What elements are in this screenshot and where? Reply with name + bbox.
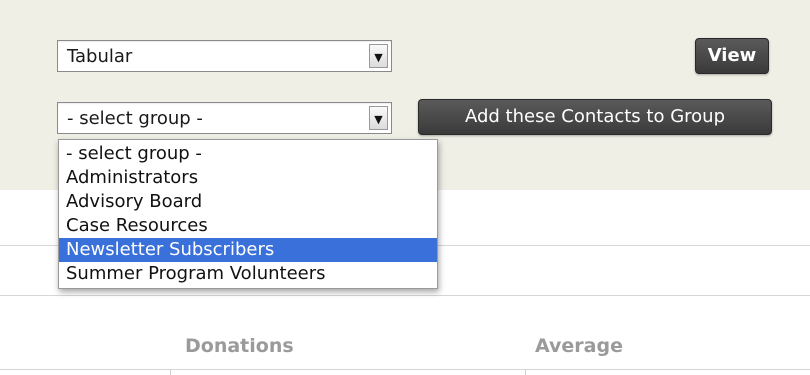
dropdown-option[interactable]: Case Resources — [59, 214, 437, 238]
divider — [0, 369, 810, 370]
dropdown-option-highlighted[interactable]: Newsletter Subscribers — [59, 238, 437, 262]
chevron-down-icon[interactable]: ▼ — [369, 44, 388, 68]
column-header-average[interactable]: Average — [535, 335, 623, 357]
column-header-donations[interactable]: Donations — [185, 335, 294, 357]
group-select-value: - select group - — [67, 108, 203, 129]
view-select[interactable]: Tabular ▼ — [57, 40, 392, 72]
chevron-down-icon[interactable]: ▼ — [369, 106, 388, 130]
view-button[interactable]: View — [695, 38, 769, 74]
column-divider — [170, 370, 171, 375]
add-to-group-button[interactable]: Add these Contacts to Group — [418, 99, 772, 135]
group-select[interactable]: - select group - ▼ — [57, 102, 392, 134]
dropdown-option[interactable]: Administrators — [59, 166, 437, 190]
divider — [0, 295, 810, 296]
dropdown-option[interactable]: - select group - — [59, 142, 437, 166]
dropdown-option[interactable]: Summer Program Volunteers — [59, 262, 437, 286]
group-dropdown-list[interactable]: - select group - Administrators Advisory… — [58, 139, 438, 289]
dropdown-option[interactable]: Advisory Board — [59, 190, 437, 214]
column-divider — [525, 370, 526, 375]
view-select-value: Tabular — [67, 46, 133, 67]
